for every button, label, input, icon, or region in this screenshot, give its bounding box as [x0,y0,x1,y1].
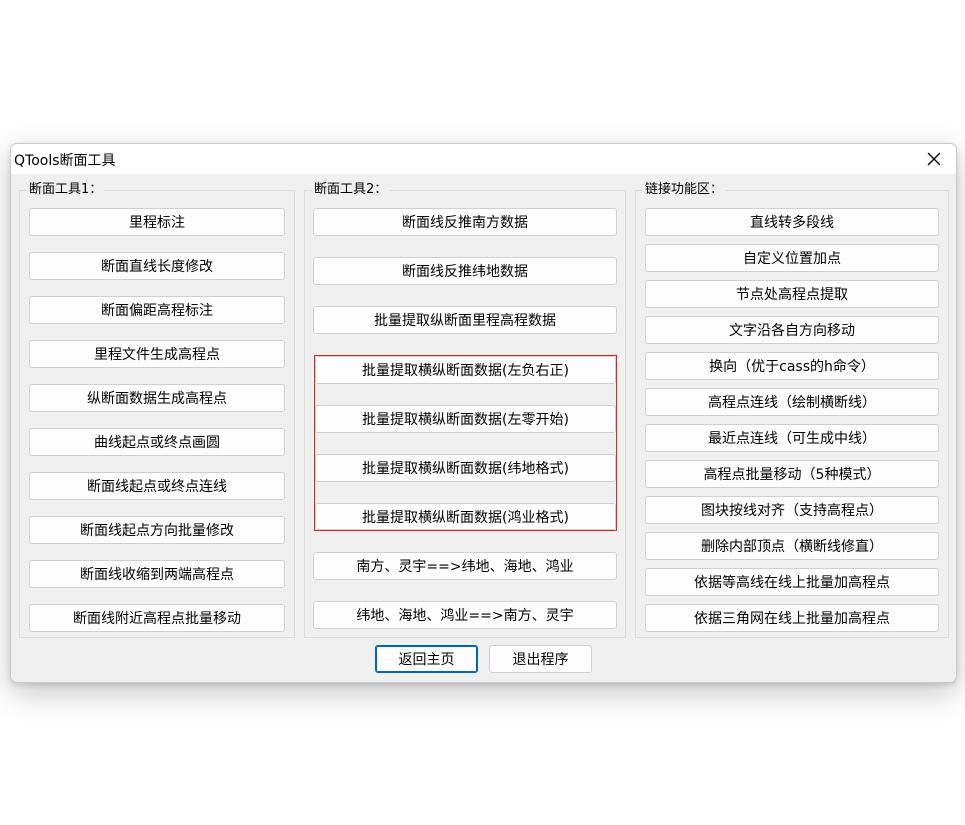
btn-reverse-south-data[interactable]: 断面线反推南方数据 [313,208,617,236]
btn-line-to-polyline[interactable]: 直线转多段线 [645,208,939,236]
btn-extract-weidi-format[interactable]: 批量提取横纵断面数据(纬地格式) [315,454,616,482]
group-section-tools-1: 断面工具1： 里程标注 断面直线长度修改 断面偏距高程标注 里程文件生成高程点 … [19,182,295,638]
btn-offset-elevation-label[interactable]: 断面偏距高程标注 [29,296,285,324]
window-title: QTools断面工具 [14,153,116,169]
btn-custom-add-point[interactable]: 自定义位置加点 [645,244,939,272]
btn-text-move-direction[interactable]: 文字沿各自方向移动 [645,316,939,344]
btn-elevation-batch-move[interactable]: 高程点批量移动（5种模式） [645,460,939,488]
btn-start-direction-batch[interactable]: 断面线起点方向批量修改 [29,516,285,544]
close-button[interactable] [912,144,956,174]
btn-nearest-point-connect[interactable]: 最近点连线（可生成中线） [645,424,939,452]
btn-south-to-weidi[interactable]: 南方、灵宇==>纬地、海地、鸿业 [313,552,617,580]
btn-shrink-to-end-points[interactable]: 断面线收缩到两端高程点 [29,560,285,588]
exit-program-button[interactable]: 退出程序 [489,645,592,673]
btn-section-endpoint-connect[interactable]: 断面线起点或终点连线 [29,472,285,500]
qtools-window: QTools断面工具 断面工具1： 里程标注 断面直线长度修改 断面偏距高程标注… [10,143,957,683]
btn-reverse-weidi-data[interactable]: 断面线反推纬地数据 [313,257,617,285]
btn-block-align-line[interactable]: 图块按线对齐（支持高程点） [645,496,939,524]
group-label-tools-1: 断面工具1： [27,182,105,198]
btn-contour-add-points[interactable]: 依据等高线在线上批量加高程点 [645,568,939,596]
group-section-tools-2: 断面工具2： 断面线反推南方数据 断面线反推纬地数据 批量提取纵断面里程高程数据… [304,182,626,638]
btn-node-elevation-extract[interactable]: 节点处高程点提取 [645,280,939,308]
btn-extract-left-negative[interactable]: 批量提取横纵断面数据(左负右正) [315,356,616,384]
btn-extract-left-zero[interactable]: 批量提取横纵断面数据(左零开始) [315,405,616,433]
btn-curve-endpoint-circle[interactable]: 曲线起点或终点画圆 [29,428,285,456]
btn-profile-data-points[interactable]: 纵断面数据生成高程点 [29,384,285,412]
btn-tin-add-points[interactable]: 依据三角网在线上批量加高程点 [645,604,939,632]
btn-weidi-to-south[interactable]: 纬地、海地、鸿业==>南方、灵宇 [313,601,617,629]
btn-elevation-connect[interactable]: 高程点连线（绘制横断线） [645,388,939,416]
btn-mileage-annotation[interactable]: 里程标注 [29,208,285,236]
close-icon [927,152,941,166]
btn-delete-inner-vertices[interactable]: 删除内部顶点（横断线修直） [645,532,939,560]
title-bar: QTools断面工具 [11,144,956,174]
btn-line-length-edit[interactable]: 断面直线长度修改 [29,252,285,280]
btn-mileage-file-points[interactable]: 里程文件生成高程点 [29,340,285,368]
group-label-tools-2: 断面工具2： [312,182,390,198]
btn-reverse-direction[interactable]: 换向（优于cass的h命令） [645,352,939,380]
group-section-links: 链接功能区： 直线转多段线 自定义位置加点 节点处高程点提取 文字沿各自方向移动… [635,182,949,638]
btn-extract-hongye-format[interactable]: 批量提取横纵断面数据(鸿业格式) [315,503,616,530]
btn-batch-profile-mileage[interactable]: 批量提取纵断面里程高程数据 [313,306,617,334]
back-home-button[interactable]: 返回主页 [375,645,478,673]
btn-nearby-points-move[interactable]: 断面线附近高程点批量移动 [29,604,285,632]
group-label-links: 链接功能区： [643,182,726,198]
